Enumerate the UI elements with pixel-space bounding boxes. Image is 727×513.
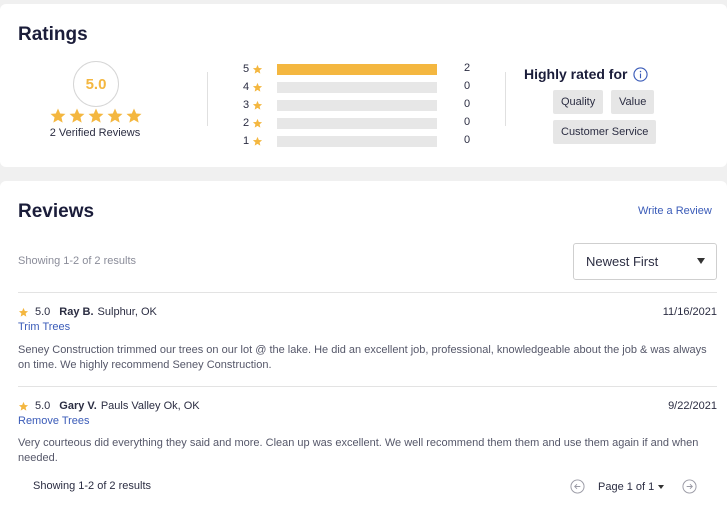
- rating-row-stars: 4: [243, 81, 250, 93]
- review-score: 5.0: [35, 400, 51, 412]
- write-review-link[interactable]: Write a Review: [638, 205, 712, 217]
- rating-row-stars: 3: [243, 99, 250, 111]
- star-icon: [252, 136, 263, 146]
- tag-value: Value: [611, 90, 655, 114]
- highly-rated-heading: Highly rated for: [524, 66, 649, 82]
- rating-row-5: 5 2: [243, 62, 470, 76]
- verified-reviews-count: 2 Verified Reviews: [49, 127, 141, 139]
- star-icon: [88, 108, 104, 123]
- rating-row-2: 2 0: [243, 116, 470, 130]
- divider: [505, 72, 506, 126]
- rating-row-stars: 1: [243, 135, 250, 147]
- results-count: Showing 1-2 of 2 results: [18, 255, 137, 267]
- reviewer-name: Ray B.: [59, 306, 94, 318]
- results-count-bottom: Showing 1-2 of 2 results: [33, 480, 152, 492]
- reviews-card: Reviews Write a Review Showing 1-2 of 2 …: [0, 181, 727, 513]
- review-service[interactable]: Trim Trees: [18, 321, 70, 333]
- info-icon[interactable]: [633, 66, 649, 82]
- review-header: 5.0 Ray B. Sulphur, OK: [18, 306, 157, 318]
- previous-page-icon[interactable]: [570, 479, 585, 494]
- review-text: Seney Construction trimmed our trees on …: [18, 344, 707, 371]
- review-date: 11/16/2021: [662, 306, 717, 318]
- rating-bar: [277, 136, 437, 147]
- star-icon: [252, 100, 263, 110]
- average-stars: [49, 107, 143, 125]
- caret-down-icon: [697, 258, 705, 264]
- rating-bar: [277, 82, 437, 93]
- rating-row-3: 3 0: [243, 98, 470, 112]
- caret-down-icon: [658, 484, 665, 489]
- rating-row-stars: 2: [243, 117, 250, 129]
- star-icon: [252, 118, 263, 128]
- tag-customer-service: Customer Service: [553, 120, 657, 144]
- rating-row-stars: 5: [243, 63, 250, 75]
- star-icon: [69, 108, 85, 123]
- review-header: 5.0 Gary V. Pauls Valley Ok, OK: [18, 400, 200, 412]
- rating-row-4: 4 0: [243, 80, 470, 94]
- divider: [18, 292, 717, 293]
- page-select[interactable]: Page 1 of 1: [598, 481, 654, 493]
- rating-bar-fill: [277, 64, 437, 75]
- star-icon: [18, 307, 29, 317]
- rating-row-count: 0: [464, 98, 471, 110]
- rating-row-count: 2: [464, 62, 471, 74]
- rating-bar: [277, 64, 437, 75]
- star-icon: [252, 64, 263, 74]
- star-icon: [252, 82, 263, 92]
- divider: [18, 386, 717, 387]
- pagination: Page 1 of 1: [570, 479, 697, 494]
- rating-row-count: 0: [464, 116, 471, 128]
- rating-bar: [277, 100, 437, 111]
- average-score: 5.0: [73, 61, 119, 107]
- reviews-title: Reviews: [18, 201, 95, 222]
- star-icon: [18, 401, 29, 411]
- reviewer-name: Gary V.: [59, 400, 97, 412]
- reviewer-location: Pauls Valley Ok, OK: [100, 400, 200, 412]
- review-service[interactable]: Remove Trees: [18, 415, 90, 427]
- rating-bar: [277, 118, 437, 129]
- star-icon: [126, 108, 142, 123]
- star-icon: [107, 108, 123, 123]
- star-icon: [50, 108, 66, 123]
- divider: [207, 72, 208, 126]
- review-score: 5.0: [35, 306, 51, 318]
- tag-quality: Quality: [553, 90, 604, 114]
- review-date: 9/22/2021: [668, 400, 717, 412]
- highly-rated-title: Highly rated for: [524, 66, 628, 82]
- next-page-icon[interactable]: [682, 479, 697, 494]
- rating-row-1: 1 0: [243, 134, 470, 148]
- rating-row-count: 0: [464, 80, 471, 92]
- ratings-title: Ratings: [18, 24, 88, 45]
- review-text: Very courteous did everything they said …: [18, 437, 699, 464]
- sort-select-value: Newest First: [586, 254, 659, 269]
- sort-select[interactable]: Newest First: [573, 243, 717, 280]
- reviewer-location: Sulphur, OK: [97, 306, 157, 318]
- rating-row-count: 0: [464, 134, 471, 146]
- ratings-card: Ratings 5.0 2 Verified Reviews 5 2 4 0 3…: [0, 4, 727, 167]
